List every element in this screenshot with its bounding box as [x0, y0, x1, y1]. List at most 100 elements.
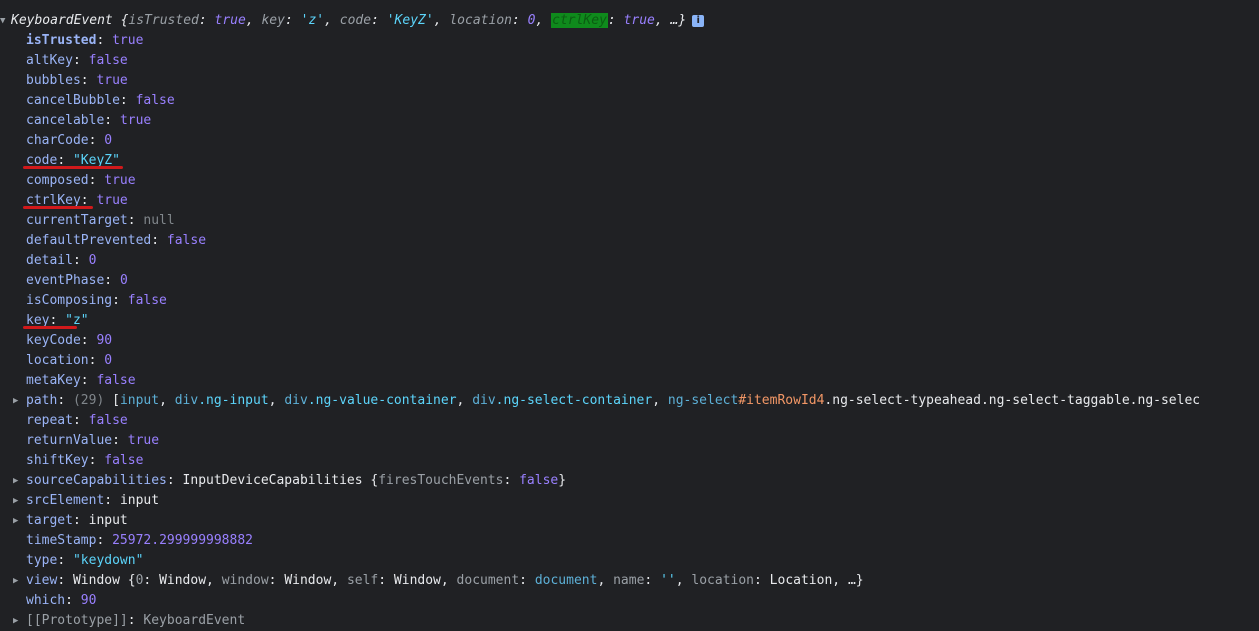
- property-row: keyCode: 90: [26, 333, 113, 348]
- expand-triangle-icon[interactable]: ▶: [13, 471, 23, 491]
- property-row: shiftKey: false: [26, 453, 144, 468]
- preview-value: true: [214, 13, 246, 28]
- preview-ellipsis: …}: [670, 13, 687, 28]
- property-value: false: [166, 233, 207, 248]
- property-row: defaultPrevented: false: [26, 233, 207, 248]
- property-row[interactable]: ▶ [[Prototype]]: KeyboardEvent: [0, 611, 1259, 631]
- property-value: true: [119, 113, 152, 128]
- property-value: InputDeviceCapabilities {firesTouchEvent…: [182, 473, 567, 488]
- expand-triangle-icon[interactable]: ▶: [13, 391, 23, 411]
- property-row: returnValue: true: [26, 433, 160, 448]
- property-key: type: [26, 553, 58, 568]
- property-row: which: 90: [26, 593, 97, 608]
- property-row: ctrlKey: true: [26, 193, 128, 208]
- property-row: cancelBubble: false: [26, 93, 175, 108]
- property-value: KeyboardEvent: [143, 613, 246, 628]
- property-value: (29) [input, div.ng-input, div.ng-value-…: [72, 393, 1201, 408]
- property-row[interactable]: ▶ target: input: [0, 511, 1259, 531]
- property-row: cancelable: true: [26, 113, 152, 128]
- property-value: 0: [104, 353, 113, 368]
- preview-key: code: [339, 13, 372, 28]
- property-value: 0: [104, 133, 113, 148]
- property-row: bubbles: true: [26, 73, 128, 88]
- property-value: false: [96, 373, 136, 388]
- property-value: true: [96, 73, 128, 88]
- property-row: location: 0: [26, 353, 113, 368]
- red-underline-annotation: [23, 206, 93, 209]
- collapse-triangle-icon[interactable]: ▼: [0, 11, 10, 31]
- property-value: false: [88, 53, 128, 68]
- property-key: eventPhase: [26, 273, 105, 288]
- property-key: repeat: [26, 413, 73, 428]
- property-row[interactable]: ▶ path: (29) [input, div.ng-input, div.ng…: [0, 391, 1259, 411]
- property-value: false: [135, 93, 175, 108]
- property-row: detail: 0: [26, 253, 97, 268]
- property-value: false: [88, 413, 128, 428]
- property-row: eventPhase: 0: [26, 273, 128, 288]
- property-row: currentTarget: null: [26, 213, 175, 228]
- property-value: false: [127, 293, 167, 308]
- property-key: which: [26, 593, 66, 608]
- property-value: input: [119, 493, 160, 508]
- object-class-name: KeyboardEvent: [11, 13, 113, 28]
- highlighted-preview-key: ctrlKey: [551, 13, 608, 28]
- property-key: metaKey: [26, 373, 81, 388]
- property-key: isTrusted: [26, 33, 97, 48]
- property-row[interactable]: ▶ view: Window {0: Window, window: Window…: [0, 571, 1259, 591]
- property-row: timeStamp: 25972.299999998882: [26, 533, 253, 548]
- red-underline-annotation: [23, 326, 77, 329]
- property-value: null: [143, 213, 175, 228]
- property-row: metaKey: false: [26, 373, 136, 388]
- property-value: 90: [80, 593, 97, 608]
- property-row: isTrusted: true: [26, 33, 144, 48]
- preview-value: 'KeyZ': [386, 13, 434, 28]
- property-key: composed: [26, 173, 89, 188]
- property-key: srcElement: [26, 493, 105, 508]
- property-value: true: [104, 173, 136, 188]
- property-row: charCode: 0: [26, 133, 113, 148]
- property-value: input: [88, 513, 128, 528]
- property-value: "keydown": [72, 553, 144, 568]
- expand-triangle-icon[interactable]: ▶: [13, 611, 23, 631]
- property-value: 90: [96, 333, 113, 348]
- preview-key: key: [261, 13, 285, 28]
- property-key: charCode: [26, 133, 89, 148]
- property-key: target: [26, 513, 73, 528]
- property-row: type: "keydown": [26, 553, 144, 568]
- expand-triangle-icon[interactable]: ▶: [13, 511, 23, 531]
- property-key: keyCode: [26, 333, 81, 348]
- expand-triangle-icon[interactable]: ▶: [13, 491, 23, 511]
- preview-value: 0: [527, 13, 536, 28]
- property-row[interactable]: ▶ srcElement: input: [0, 491, 1259, 511]
- property-value: 0: [119, 273, 128, 288]
- info-icon[interactable]: i: [692, 14, 705, 27]
- property-key: location: [26, 353, 89, 368]
- property-value: true: [112, 33, 144, 48]
- property-key: bubbles: [26, 73, 81, 88]
- property-key: view: [26, 573, 58, 588]
- property-row: composed: true: [26, 173, 136, 188]
- property-key: isComposing: [26, 293, 113, 308]
- property-value: true: [96, 193, 128, 208]
- preview-value: 'z': [300, 13, 325, 28]
- property-key: timeStamp: [26, 533, 97, 548]
- property-key: shiftKey: [26, 453, 89, 468]
- property-key: currentTarget: [26, 213, 128, 228]
- property-row: key: "z": [26, 313, 89, 328]
- red-underline-annotation: [23, 166, 123, 169]
- property-key: sourceCapabilities: [26, 473, 167, 488]
- property-key: path: [26, 393, 58, 408]
- property-key: altKey: [26, 53, 73, 68]
- object-header[interactable]: ▼ KeyboardEvent {isTrusted: true, key: 'z…: [0, 11, 1259, 31]
- property-row: repeat: false: [26, 413, 128, 428]
- preview-key: isTrusted: [128, 13, 199, 28]
- property-value: Window {0: Window, window: Window, self:…: [72, 573, 864, 588]
- property-row[interactable]: ▶ sourceCapabilities: InputDeviceCapabili…: [0, 471, 1259, 491]
- property-row: altKey: false: [26, 53, 128, 68]
- property-key: returnValue: [26, 433, 113, 448]
- expand-triangle-icon[interactable]: ▶: [13, 571, 23, 591]
- property-row: code: "KeyZ": [26, 153, 120, 168]
- property-key: cancelable: [26, 113, 105, 128]
- property-value: false: [104, 453, 144, 468]
- preview-key: location: [449, 13, 512, 28]
